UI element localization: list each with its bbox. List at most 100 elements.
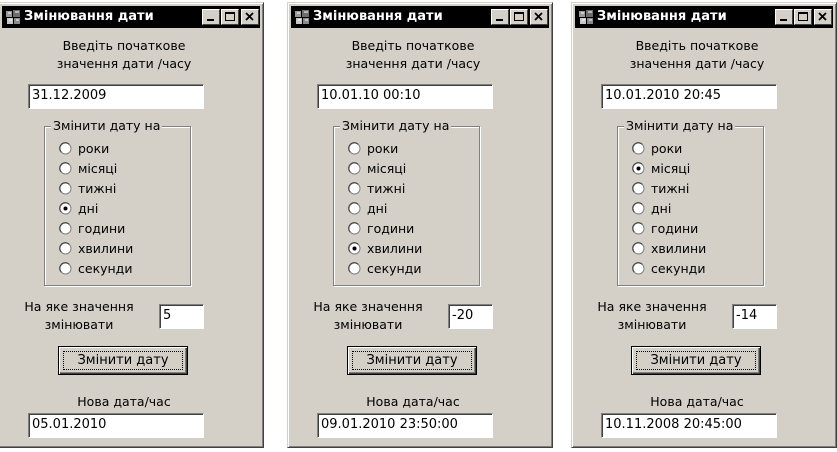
minimize-button[interactable] [202,9,220,25]
close-icon [245,12,254,21]
radio-unchecked-icon[interactable] [59,162,72,175]
result-date-output: 10.11.2008 20:45:00 [601,413,777,438]
close-button[interactable] [241,9,259,25]
radio-option-label: секунди [78,261,133,276]
radio-unchecked-icon[interactable] [59,222,72,235]
app-window-2: Змінювання дати Введіть початкове значен… [287,2,553,448]
change-amount-input[interactable]: -14 [732,304,777,329]
minimize-icon [496,19,503,21]
title-bar[interactable]: Змінювання дати [2,6,260,28]
radio-option-label: тижні [367,181,406,196]
radio-checked-icon[interactable] [348,242,361,255]
change-amount-label-line2: змінювати [333,317,403,332]
radio-unchecked-icon[interactable] [632,242,645,255]
result-date-output: 05.01.2010 [28,413,204,438]
radio-unchecked-icon[interactable] [632,202,645,215]
radio-option-label: години [78,221,126,236]
change-amount-label-line1: На яке значення [597,299,707,314]
initial-date-input[interactable]: 10.01.10 00:10 [317,84,493,109]
radio-option-label: хвилини [78,241,134,256]
radio-unchecked-icon[interactable] [348,202,361,215]
change-date-button[interactable]: Змінити дату [347,346,477,375]
initial-date-input[interactable]: 10.01.2010 20:45 [601,84,777,109]
radio-unchecked-icon[interactable] [632,142,645,155]
minimize-icon [207,19,214,21]
change-amount-input[interactable]: 5 [159,304,204,329]
maximize-button[interactable] [510,9,528,25]
radio-option-label: секунди [367,261,422,276]
window-title: Змінювання дати [313,9,443,24]
change-unit-group-label: Змінити дату на [340,118,452,133]
minimize-button[interactable] [491,9,509,25]
radio-checked-icon[interactable] [632,162,645,175]
radio-option-label: роки [367,141,399,156]
radio-unchecked-icon[interactable] [59,242,72,255]
radio-option-label: роки [78,141,110,156]
radio-unchecked-icon[interactable] [348,162,361,175]
radio-option-label: хвилини [367,241,423,256]
radio-unchecked-icon[interactable] [348,222,361,235]
initial-value-prompt-line1: Введіть початкове [62,38,186,53]
radio-unchecked-icon[interactable] [348,262,361,275]
radio-unchecked-icon[interactable] [632,182,645,195]
change-amount-label-line1: На яке значення [24,299,134,314]
initial-value-prompt-line1: Введіть початкове [351,38,475,53]
radio-option-label: хвилини [651,241,707,256]
change-amount-input[interactable]: -20 [448,304,493,329]
radio-option-label: дні [78,201,99,216]
result-label: Нова дата/час [366,394,460,409]
maximize-icon [798,12,808,21]
app-window-3: Змінювання дати Введіть початкове значен… [571,2,837,448]
radio-option-label: тижні [78,181,117,196]
change-date-button[interactable]: Змінити дату [631,346,761,375]
radio-unchecked-icon[interactable] [348,182,361,195]
button-focus-rect [636,351,756,370]
radio-option-label: години [367,221,415,236]
result-date-output: 09.01.2010 23:50:00 [317,413,493,438]
title-bar[interactable]: Змінювання дати [291,6,549,28]
change-unit-group: Змінити дату на роки місяці тижні дні години… [617,118,764,286]
initial-value-prompt-line2: значення дати /часу [345,56,481,71]
radio-unchecked-icon[interactable] [348,142,361,155]
initial-date-input[interactable]: 31.12.2009 [28,84,204,109]
radio-option-label: місяці [367,161,407,176]
close-icon [818,12,827,21]
change-unit-group-label: Змінити дату на [624,118,736,133]
radio-unchecked-icon[interactable] [632,262,645,275]
change-unit-group: Змінити дату на роки місяці тижні дні години… [44,118,191,286]
change-amount-label-line2: змінювати [44,317,114,332]
maximize-button[interactable] [794,9,812,25]
radio-option-label: роки [651,141,683,156]
close-button[interactable] [814,9,832,25]
app-icon [579,10,593,24]
button-focus-rect [63,351,183,370]
button-focus-rect [352,351,472,370]
close-button[interactable] [530,9,548,25]
title-bar[interactable]: Змінювання дати [575,6,833,28]
radio-checked-icon[interactable] [59,202,72,215]
result-label: Нова дата/час [650,394,744,409]
maximize-button[interactable] [221,9,239,25]
radio-unchecked-icon[interactable] [632,222,645,235]
radio-option-label: секунди [651,261,706,276]
radio-option-label: тижні [651,181,690,196]
result-label: Нова дата/час [77,394,171,409]
initial-value-prompt-line2: значення дати /часу [56,56,192,71]
initial-value-prompt-line2: значення дати /часу [629,56,765,71]
radio-option-label: місяці [78,161,118,176]
change-unit-group: Змінити дату на роки місяці тижні дні години… [333,118,480,286]
minimize-icon [780,19,787,21]
change-amount-label-line2: змінювати [617,317,687,332]
close-icon [534,12,543,21]
minimize-button[interactable] [775,9,793,25]
app-icon [295,10,309,24]
radio-option-label: дні [367,201,388,216]
radio-unchecked-icon[interactable] [59,182,72,195]
radio-unchecked-icon[interactable] [59,262,72,275]
app-icon [6,10,20,24]
radio-option-label: дні [651,201,672,216]
change-amount-label-line1: На яке значення [313,299,423,314]
change-date-button[interactable]: Змінити дату [58,346,188,375]
maximize-icon [225,12,235,21]
radio-unchecked-icon[interactable] [59,142,72,155]
